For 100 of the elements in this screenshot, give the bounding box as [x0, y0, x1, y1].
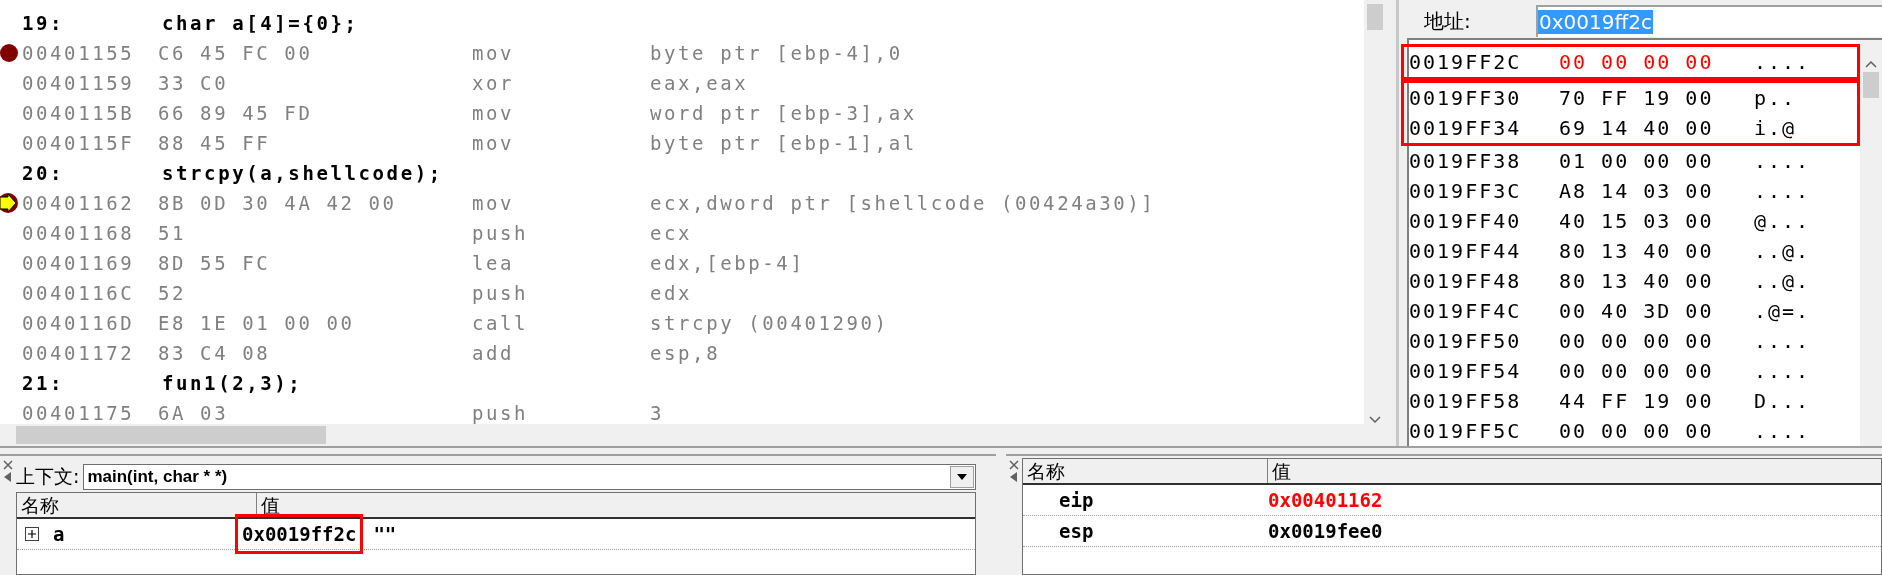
- collapse-arrow-icon[interactable]: [4, 472, 12, 482]
- variable-string: "": [373, 523, 397, 545]
- register-name: esp: [1058, 520, 1095, 542]
- memory-address: 0019FF44: [1409, 239, 1523, 263]
- memory-bytes: 00 00 00 00: [1559, 359, 1715, 383]
- instruction-operands: ecx,dword ptr [shellcode (00424a30)]: [650, 192, 1156, 214]
- source-line-number: 19:: [22, 12, 66, 34]
- dropdown-button[interactable]: [950, 466, 974, 488]
- source-code: fun1(2,3);: [162, 372, 303, 394]
- source-code: strcpy(a,shellcode);: [162, 162, 443, 184]
- memory-bytes: 01 00 00 00: [1559, 149, 1715, 173]
- instruction-bytes: 51: [158, 222, 188, 244]
- memory-address: 0019FF48: [1409, 269, 1523, 293]
- context-dropdown[interactable]: main(int, char * *): [83, 464, 976, 490]
- collapse-arrow-icon[interactable]: [1010, 472, 1018, 482]
- column-header[interactable]: 值: [1268, 459, 1881, 483]
- memory-address: 0019FF40: [1409, 209, 1523, 233]
- memory-bytes: 00 40 3D 00: [1559, 299, 1715, 323]
- address-label: 地址:: [1423, 7, 1472, 35]
- close-icon[interactable]: [3, 460, 13, 470]
- instruction-operands: eax,eax: [650, 72, 749, 94]
- memory-address: 0019FF4C: [1409, 299, 1523, 323]
- memory-ascii: ....: [1754, 329, 1811, 353]
- memory-bytes: 40 15 03 00: [1559, 209, 1715, 233]
- variable-value: 0x0019ff2c: [242, 523, 357, 545]
- memory-address: 0019FF50: [1409, 329, 1523, 353]
- instruction-address: 00401159: [22, 72, 136, 94]
- scroll-thumb[interactable]: [1367, 4, 1383, 30]
- memory-bytes: 00 00 00 00: [1559, 50, 1715, 74]
- instruction-mnemonic: mov: [472, 132, 516, 154]
- instruction-bytes: 8B 0D 30 4A 42 00: [158, 192, 398, 214]
- memory-ascii: ....: [1754, 149, 1811, 173]
- instruction-address: 00401169: [22, 252, 136, 274]
- memory-bytes: A8 14 03 00: [1559, 179, 1715, 203]
- instruction-bytes: 52: [158, 282, 188, 304]
- memory-scrollbar[interactable]: [1860, 40, 1882, 446]
- column-header[interactable]: 值: [257, 493, 975, 517]
- memory-ascii: D...: [1754, 389, 1811, 413]
- instruction-bytes: 83 C4 08: [158, 342, 272, 364]
- memory-address: 0019FF58: [1409, 389, 1523, 413]
- memory-ascii: @...: [1754, 209, 1811, 233]
- instruction-mnemonic: mov: [472, 192, 516, 214]
- memory-address: 0019FF38: [1409, 149, 1523, 173]
- close-icon[interactable]: [1009, 460, 1019, 470]
- instruction-bytes: 6A 03: [158, 402, 230, 424]
- instruction-bytes: E8 1E 01 00 00: [158, 312, 356, 334]
- instruction-bytes: C6 45 FC 00: [158, 42, 314, 64]
- column-header[interactable]: 名称: [1023, 459, 1268, 483]
- instruction-address: 00401172: [22, 342, 136, 364]
- memory-address: 0019FF5C: [1409, 419, 1523, 443]
- column-header[interactable]: 名称: [17, 493, 257, 517]
- memory-bytes: 69 14 40 00: [1559, 116, 1715, 140]
- instruction-bytes: 66 89 45 FD: [158, 102, 314, 124]
- instruction-mnemonic: add: [472, 342, 516, 364]
- horizontal-scrollbar[interactable]: [0, 424, 1386, 446]
- memory-ascii: ....: [1754, 419, 1811, 443]
- memory-ascii: ..@.: [1754, 269, 1811, 293]
- instruction-operands: esp,8: [650, 342, 721, 364]
- instruction-mnemonic: mov: [472, 102, 516, 124]
- instruction-mnemonic: call: [472, 312, 530, 334]
- instruction-operands: strcpy (00401290): [650, 312, 889, 334]
- memory-ascii: ..@.: [1754, 239, 1811, 263]
- instruction-address: 00401175: [22, 402, 136, 424]
- scroll-thumb[interactable]: [1863, 72, 1879, 98]
- instruction-address: 0040115F: [22, 132, 136, 154]
- source-line-number: 20:: [22, 162, 66, 184]
- register-name: eip: [1058, 489, 1095, 511]
- memory-bytes: 44 FF 19 00: [1559, 389, 1715, 413]
- instruction-bytes: 8D 55 FC: [158, 252, 272, 274]
- expand-icon[interactable]: [25, 527, 39, 541]
- instruction-operands: byte ptr [ebp-4],0: [650, 42, 903, 64]
- memory-bytes: 80 13 40 00: [1559, 269, 1715, 293]
- instruction-address: 00401162: [22, 192, 136, 214]
- instruction-operands: edx,[ebp-4]: [650, 252, 805, 274]
- memory-ascii: i.@: [1754, 116, 1797, 140]
- instruction-mnemonic: xor: [472, 72, 516, 94]
- instruction-mnemonic: lea: [472, 252, 516, 274]
- instruction-operands: ecx: [650, 222, 693, 244]
- register-value: 0x0019fee0: [1268, 520, 1383, 542]
- instruction-operands: byte ptr [ebp-1],al: [650, 132, 917, 154]
- instruction-operands: word ptr [ebp-3],ax: [650, 102, 917, 124]
- context-label: 上下文:: [16, 464, 80, 489]
- instruction-mnemonic: push: [472, 402, 530, 424]
- instruction-operands: 3: [650, 402, 665, 424]
- instruction-address: 00401168: [22, 222, 136, 244]
- memory-bytes: 80 13 40 00: [1559, 239, 1715, 263]
- instruction-address: 00401155: [22, 42, 136, 64]
- instruction-mnemonic: push: [472, 222, 530, 244]
- memory-address: 0019FF30: [1409, 86, 1523, 110]
- source-code: char a[4]={0};: [162, 12, 359, 34]
- instruction-bytes: 33 C0: [158, 72, 230, 94]
- scroll-thumb[interactable]: [16, 426, 326, 444]
- memory-address: 0019FF34: [1409, 116, 1523, 140]
- memory-address: 0019FF3C: [1409, 179, 1523, 203]
- instruction-mnemonic: push: [472, 282, 530, 304]
- memory-ascii: p..: [1754, 86, 1797, 110]
- instruction-address: 0040115B: [22, 102, 136, 124]
- source-line-number: 21:: [22, 372, 66, 394]
- memory-ascii: .@=.: [1754, 299, 1811, 323]
- instruction-mnemonic: mov: [472, 42, 516, 64]
